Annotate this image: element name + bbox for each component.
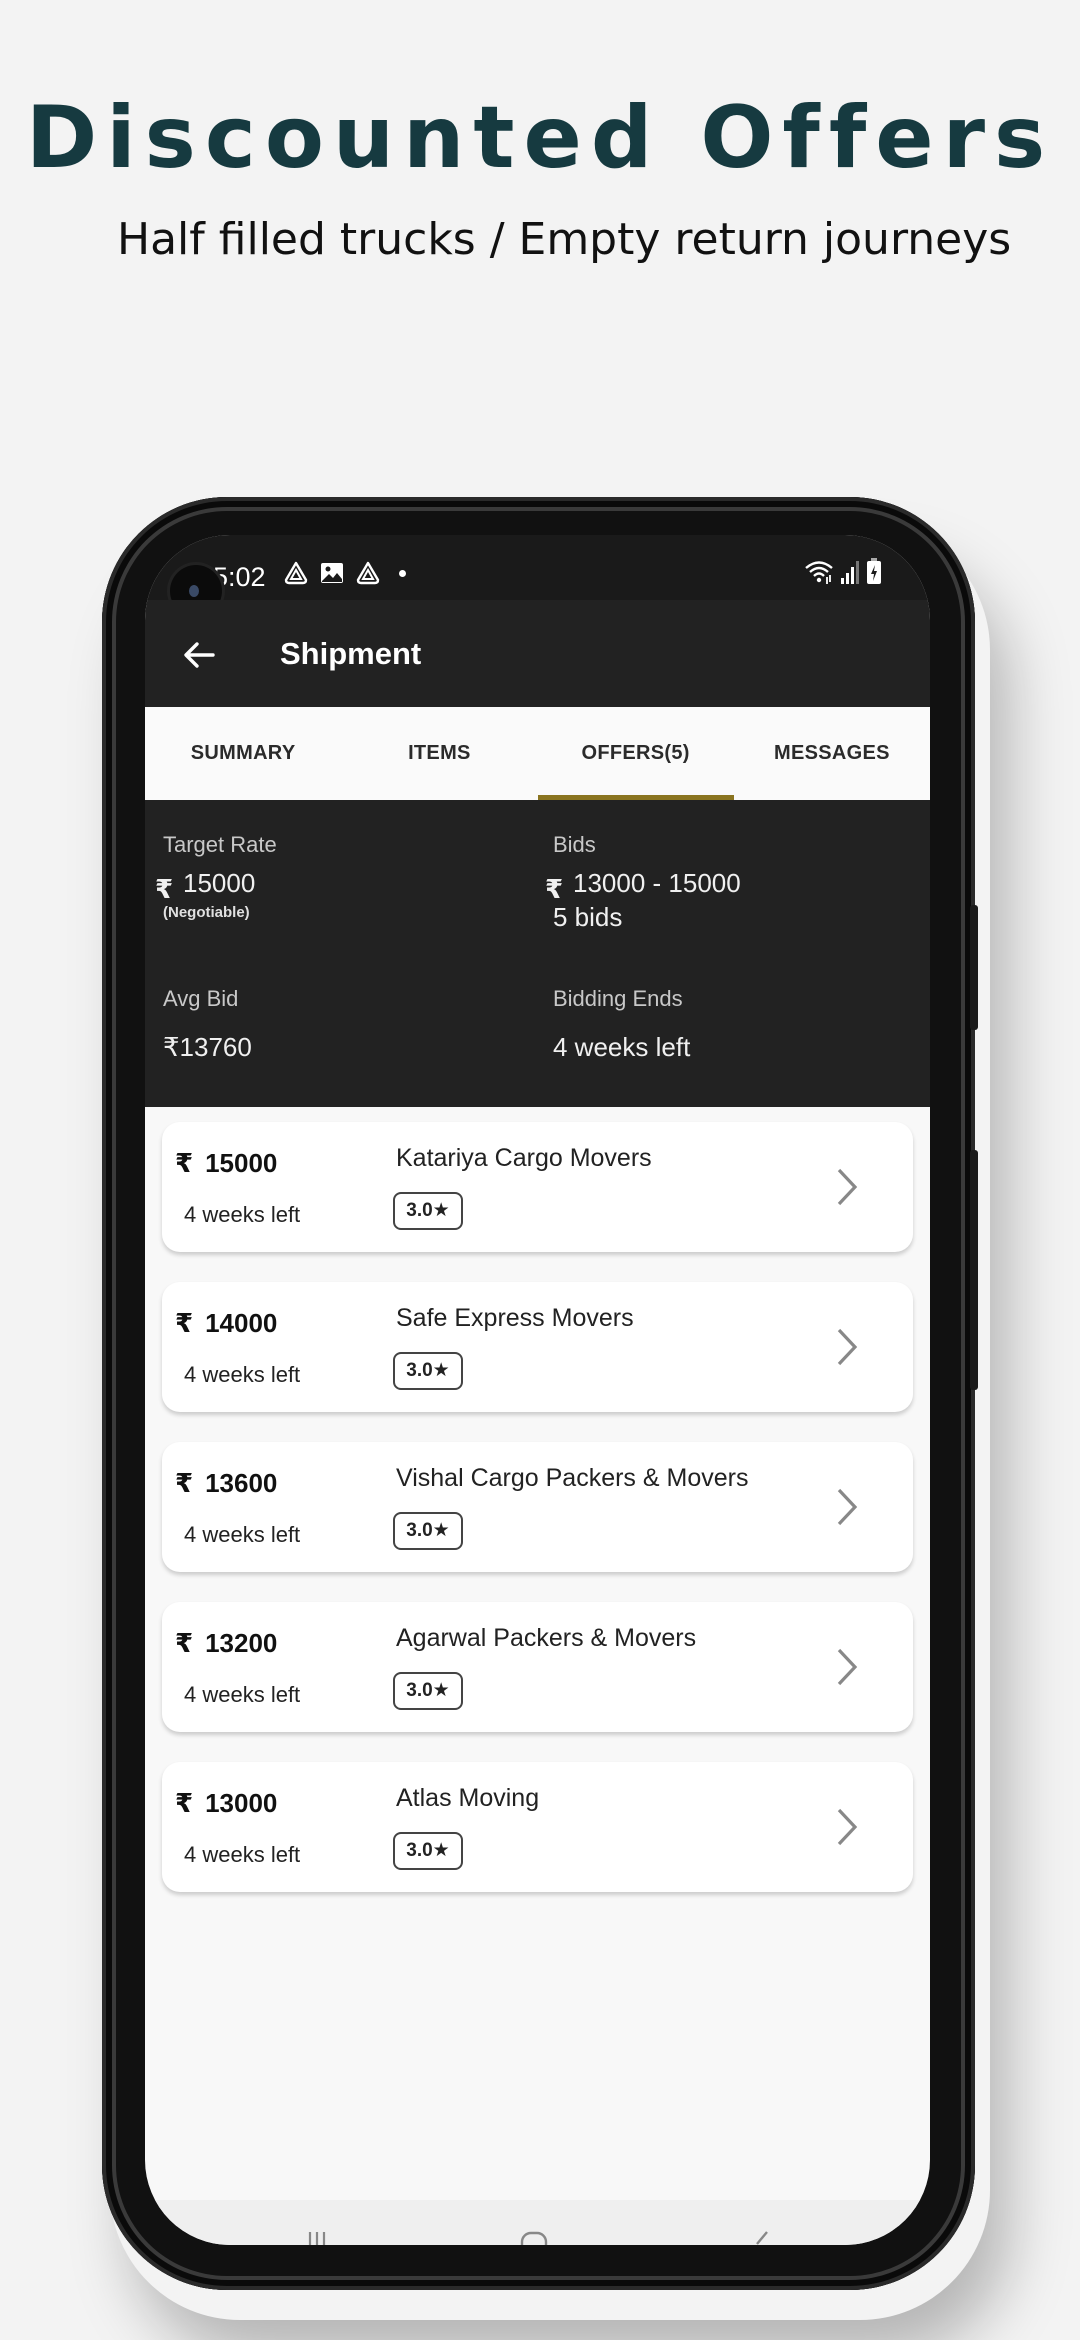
- rating-badge: 3.0★: [393, 1512, 463, 1550]
- system-nav-bar: [145, 2200, 930, 2245]
- offer-time-left: 4 weeks left: [184, 1842, 301, 1867]
- battery-charging-icon: [867, 558, 881, 584]
- offer-price: ₹15000: [175, 1148, 277, 1179]
- status-system-icons: [804, 557, 882, 585]
- bids-label: Bids: [553, 832, 596, 857]
- target-rate-label: Target Rate: [163, 832, 277, 857]
- offer-card[interactable]: ₹13600 4 weeks left Vishal Cargo Packers…: [162, 1442, 913, 1572]
- dot-icon: [399, 569, 406, 577]
- tab-offers[interactable]: OFFERS(5): [537, 707, 735, 800]
- bidding-ends-label: Bidding Ends: [553, 986, 683, 1011]
- offer-time-left: 4 weeks left: [184, 1682, 301, 1707]
- offer-price-value: 13000: [205, 1788, 278, 1818]
- chevron-right-icon[interactable]: [834, 1166, 860, 1208]
- drive-icon: [284, 561, 308, 585]
- home-icon[interactable]: [519, 2230, 549, 2245]
- offer-price-value: 13600: [205, 1468, 278, 1498]
- rupee-icon: ₹: [175, 1468, 194, 1498]
- arrow-left-icon[interactable]: [175, 630, 225, 680]
- app-bar: Shipment: [145, 600, 930, 707]
- offer-price-value: 13200: [205, 1628, 278, 1658]
- bids-range: 13000 - 15000: [573, 868, 741, 898]
- offer-price: ₹14000: [175, 1308, 277, 1339]
- chevron-right-icon[interactable]: [834, 1486, 860, 1528]
- wifi-icon: [805, 561, 833, 584]
- offer-card[interactable]: ₹14000 4 weeks left Safe Express Movers …: [162, 1282, 913, 1412]
- image-icon: [321, 563, 343, 583]
- offer-time-left: 4 weeks left: [184, 1362, 301, 1387]
- rating-badge: 3.0★: [393, 1672, 463, 1710]
- rupee-icon: ₹: [155, 874, 174, 904]
- offer-company: Atlas Moving: [396, 1784, 540, 1812]
- rating-badge: 3.0★: [393, 1352, 463, 1390]
- back-icon[interactable]: [751, 2230, 771, 2245]
- offer-price-value: 15000: [205, 1148, 278, 1178]
- chevron-right-icon[interactable]: [834, 1646, 860, 1688]
- rupee-icon: ₹: [175, 1308, 194, 1338]
- avg-bid-label: Avg Bid: [163, 986, 239, 1011]
- avg-bid-value: ₹13760: [163, 1032, 252, 1062]
- offer-card[interactable]: ₹13200 4 weeks left Agarwal Packers & Mo…: [162, 1602, 913, 1732]
- page-title: Shipment: [280, 636, 422, 671]
- rupee-icon: ₹: [175, 1628, 194, 1658]
- offer-price: ₹13200: [175, 1628, 277, 1659]
- offer-price: ₹13000: [175, 1788, 277, 1819]
- offer-time-left: 4 weeks left: [184, 1522, 301, 1547]
- promo-subtitle: Half filled trucks / Empty return journe…: [117, 214, 1012, 265]
- bidding-ends-value: 4 weeks left: [553, 1032, 691, 1062]
- tab-summary[interactable]: SUMMARY: [145, 707, 341, 800]
- chevron-right-icon[interactable]: [834, 1326, 860, 1368]
- offers-list: ₹15000 4 weeks left Katariya Cargo Mover…: [162, 1122, 913, 1922]
- offer-price-value: 14000: [205, 1308, 278, 1338]
- phone-screen: 5:02 Shipment SUMMARY ITEMS OFFERS(5) ME…: [145, 535, 930, 2245]
- offer-company: Katariya Cargo Movers: [396, 1144, 652, 1172]
- rating-badge: 3.0★: [393, 1832, 463, 1870]
- bid-summary-panel: Target Rate ₹ 15000 (Negotiable) Bids ₹ …: [145, 800, 930, 1107]
- volume-button: [970, 905, 978, 1030]
- rupee-icon: ₹: [545, 874, 564, 904]
- tab-messages[interactable]: MESSAGES: [734, 707, 930, 800]
- offer-price: ₹13600: [175, 1468, 277, 1499]
- offer-time-left: 4 weeks left: [184, 1202, 301, 1227]
- offer-company: Agarwal Packers & Movers: [396, 1624, 697, 1652]
- drive-icon: [356, 561, 380, 585]
- power-button: [970, 1150, 978, 1390]
- rupee-icon: ₹: [175, 1788, 194, 1818]
- rating-badge: 3.0★: [393, 1192, 463, 1230]
- offer-company: Safe Express Movers: [396, 1304, 634, 1332]
- offer-card[interactable]: ₹15000 4 weeks left Katariya Cargo Mover…: [162, 1122, 913, 1252]
- status-bar: 5:02: [145, 535, 930, 617]
- recents-icon[interactable]: [305, 2230, 329, 2245]
- offer-card[interactable]: ₹13000 4 weeks left Atlas Moving 3.0★: [162, 1762, 913, 1892]
- status-notification-icons: [283, 560, 406, 586]
- target-rate-value: 15000: [183, 868, 256, 898]
- bids-count: 5 bids: [553, 902, 623, 932]
- signal-icon: [841, 561, 859, 584]
- chevron-right-icon[interactable]: [834, 1806, 860, 1848]
- offer-company: Vishal Cargo Packers & Movers: [396, 1464, 749, 1492]
- rupee-icon: ₹: [175, 1148, 194, 1178]
- tab-bar: SUMMARY ITEMS OFFERS(5) MESSAGES: [145, 707, 930, 800]
- promo-title: Discounted Offers: [25, 88, 1055, 188]
- target-rate-note: (Negotiable): [163, 904, 250, 921]
- tab-items[interactable]: ITEMS: [341, 707, 537, 800]
